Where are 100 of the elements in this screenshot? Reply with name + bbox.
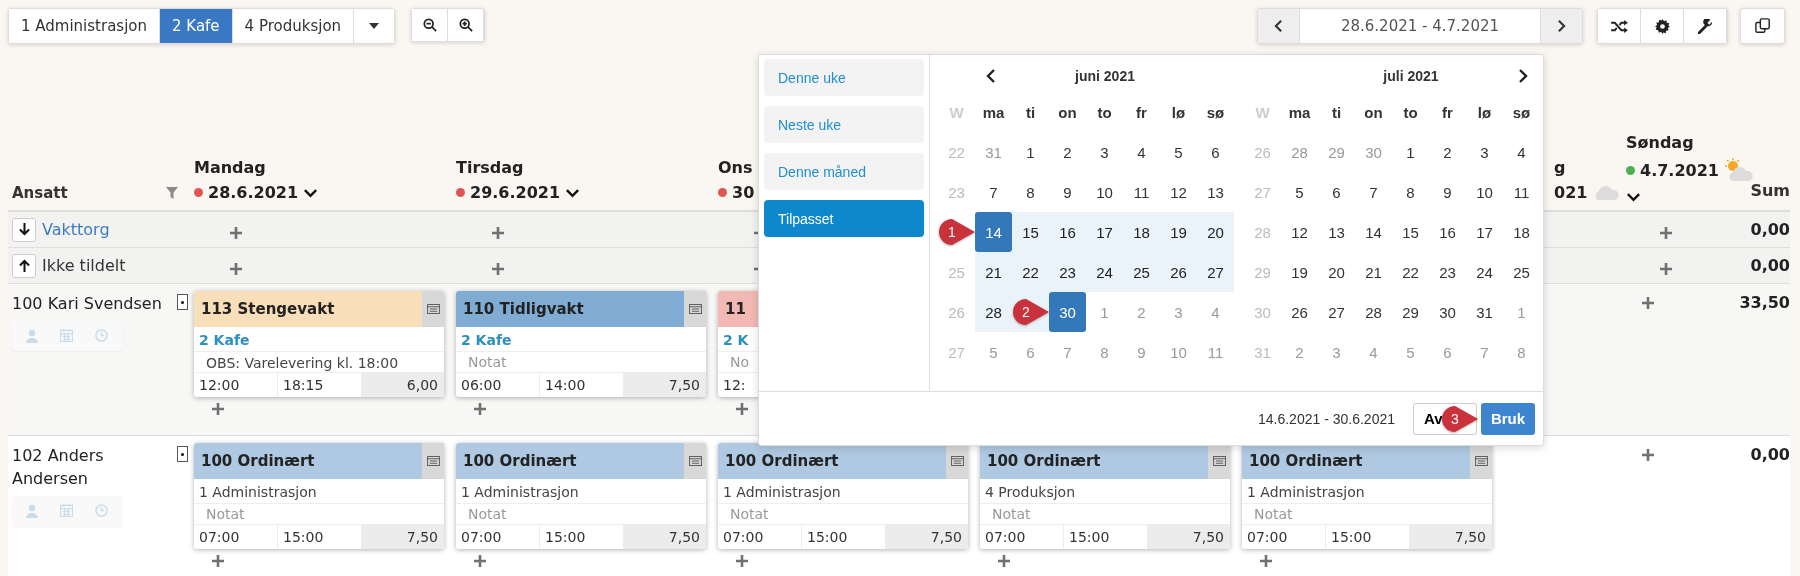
calendar-day[interactable]: 27 [1197,252,1234,292]
unit-link[interactable]: 2 K [723,332,749,348]
calendar-day[interactable]: 24 [1466,252,1503,292]
calendar-day[interactable]: 10 [1466,172,1503,212]
details-button[interactable] [422,291,444,327]
calendar-day[interactable]: 16 [1049,212,1086,252]
calendar-day[interactable]: 30 [1429,292,1466,332]
chevron-left-icon[interactable] [986,68,996,84]
end-time[interactable]: 15:00 [545,529,586,545]
details-button[interactable] [422,443,444,479]
calendar-day[interactable]: 2 [1049,132,1086,172]
start-time[interactable]: 06:00 [456,373,540,397]
chevron-down-icon[interactable] [303,187,319,198]
shuffle-button[interactable] [1598,9,1641,43]
unit-link[interactable]: 2 Kafe [199,332,250,348]
calendar-day[interactable]: 21 [1355,252,1392,292]
calendar-day[interactable]: 22 [1012,252,1049,292]
calendar-day[interactable]: 29 [1392,292,1429,332]
calendar-day[interactable]: 23 [1049,252,1086,292]
calendar-day[interactable]: 3 [1086,132,1123,172]
calendar-day[interactable]: 9 [1429,172,1466,212]
calendar-day[interactable]: 3 [1466,132,1503,172]
calendar-day[interactable]: 31 [1466,292,1503,332]
calendar-day[interactable]: 6 [1318,172,1355,212]
calendar-day[interactable]: 2 [1429,132,1466,172]
apply-button[interactable]: Bruk [1481,402,1535,435]
shift-card[interactable]: 100 Ordinært 1 Administrasjon Notat 07:00 15:00 7,50 [718,443,968,549]
add-icon[interactable] [736,403,748,415]
chevron-down-icon[interactable] [1626,192,1641,202]
settings-button[interactable] [1641,9,1684,43]
dropdown-button[interactable] [354,9,395,43]
shift-card[interactable]: 100 Ordinært 4 Produksjon Notat 07:00 15:00 7,50 [980,443,1230,549]
note-field[interactable]: Notat [1242,503,1492,525]
calendar-day[interactable]: 11 [1123,172,1160,212]
chevron-down-icon[interactable] [565,187,581,198]
unit-link[interactable]: 2 Kafe [461,332,512,348]
row-menu-button[interactable] [177,446,188,462]
zoom-in-button[interactable] [448,9,485,41]
note-field[interactable]: Notat [194,503,444,525]
add-icon[interactable] [492,226,504,239]
preset-option[interactable]: Tilpasset [764,200,924,237]
note-field[interactable]: Notat [456,351,706,373]
calendar-day[interactable]: 7 [1355,172,1392,212]
start-time[interactable]: 07:00 [1242,525,1326,549]
shift-card[interactable]: 100 Ordinært 1 Administrasjon Notat 07:00 15:00 7,50 [456,443,706,549]
add-icon[interactable] [736,555,748,567]
add-icon[interactable] [1260,555,1272,567]
calendar-day[interactable]: 17 [1086,212,1123,252]
calendar-day[interactable]: 8 [1012,172,1049,212]
add-icon[interactable] [230,226,242,239]
calendar-day[interactable]: 22 [1392,252,1429,292]
pool-link[interactable]: Vakttorg [42,220,110,239]
calendar-day[interactable]: 26 [1281,292,1318,332]
previous-button[interactable] [1258,9,1299,43]
next-button[interactable] [1541,9,1582,43]
note-field[interactable]: Notat [980,503,1230,525]
unit-tab[interactable]: 2 Kafe [160,9,233,43]
note-field[interactable]: Notat [456,503,706,525]
calendar-day[interactable]: 18 [1123,212,1160,252]
end-time[interactable]: 15:00 [1331,529,1372,545]
zoom-out-button[interactable] [412,9,449,41]
calendar-day[interactable]: 19 [1160,212,1197,252]
calendar-day[interactable]: 16 [1429,212,1466,252]
shift-card[interactable]: 100 Ordinært 1 Administrasjon Notat 07:00 15:00 7,50 [194,443,444,549]
calendar-day[interactable]: 23 [1429,252,1466,292]
calendar-day[interactable]: 13 [1197,172,1234,212]
arrow-up-button[interactable] [12,253,36,278]
calendar-day[interactable]: 27 [1318,292,1355,332]
calendar-day[interactable]: 28 [1355,292,1392,332]
wrench-button[interactable] [1684,9,1727,43]
note-field[interactable]: OBS: Varelevering kl. 18:00 [194,351,444,373]
calendar-day[interactable]: 7 [975,172,1012,212]
calendar-day[interactable]: 28 [975,292,1012,332]
calendar-day[interactable]: 17 [1466,212,1503,252]
calendar-day[interactable]: 24 [1086,252,1123,292]
calendar-day[interactable]: 6 [1197,132,1234,172]
calendar-cell[interactable]: 2 [1012,292,1049,332]
add-icon[interactable] [212,403,224,415]
add-icon[interactable] [492,262,504,275]
calendar-day[interactable]: 20 [1318,252,1355,292]
calendar-day[interactable]: 14 [1355,212,1392,252]
calendar-day[interactable]: 10 [1086,172,1123,212]
calendar-day[interactable]: 1 [1392,132,1429,172]
calendar-day[interactable]: 25 [1123,252,1160,292]
start-time[interactable]: 07:00 [718,525,802,549]
calendar-day[interactable]: 5 [1281,172,1318,212]
details-button[interactable] [684,443,706,479]
calendar-day[interactable]: 9 [1049,172,1086,212]
shift-card[interactable]: 100 Ordinært 1 Administrasjon Notat 07:00 15:00 7,50 [1242,443,1492,549]
end-time[interactable]: 15:00 [807,529,848,545]
unit-tab[interactable]: 4 Produksjon [232,9,355,43]
end-time[interactable]: 15:00 [283,529,324,545]
calendar-day[interactable]: 15 [1392,212,1429,252]
calendar-day[interactable]: 8 [1392,172,1429,212]
start-time[interactable]: 07:00 [194,525,278,549]
add-icon[interactable] [1660,226,1672,239]
calendar-day[interactable]: 11 [1503,172,1540,212]
shift-card[interactable]: 113 Stengevakt 2 Kafe OBS: Varelevering kl. 18:00 12:00 18:15 6,00 [194,291,444,397]
add-icon[interactable] [230,262,242,275]
calendar-day[interactable]: 25 [1503,252,1540,292]
